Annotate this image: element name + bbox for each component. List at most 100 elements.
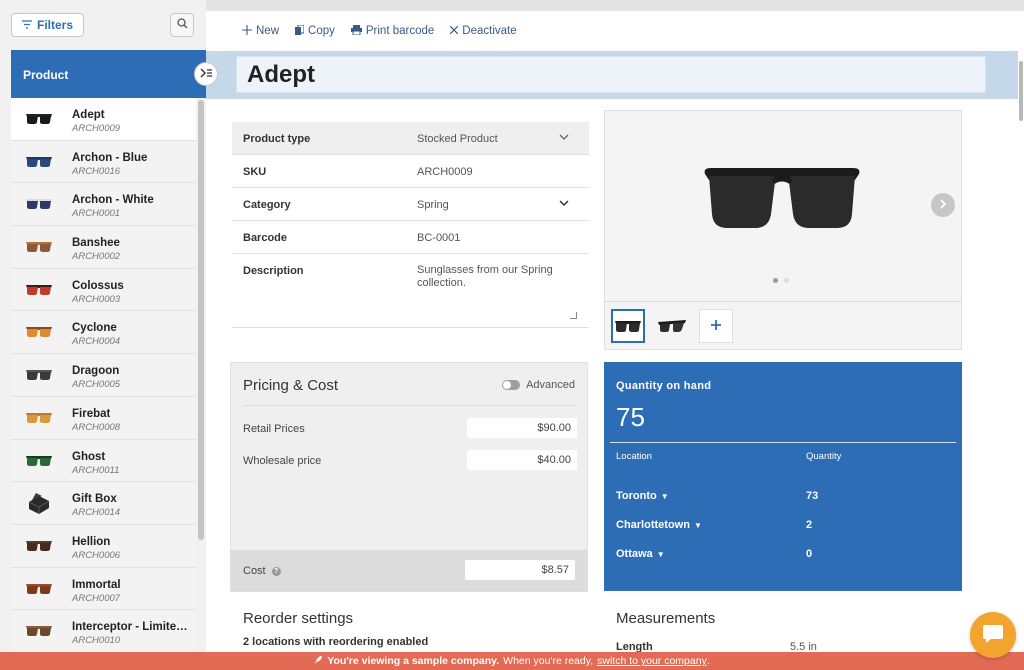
sunglasses-thumbnail-icon <box>21 151 57 173</box>
product-code: ARCH0003 <box>72 293 121 305</box>
sunglasses-thumbnail-icon <box>21 578 57 600</box>
product-name: Dragoon <box>72 365 120 378</box>
location-dropdown[interactable]: Toronto ▼ <box>616 490 669 502</box>
product-type-label: Product type <box>243 133 311 145</box>
location-dropdown[interactable]: Ottawa ▼ <box>616 548 665 560</box>
product-list-item[interactable]: Interceptor - Limited... ARCH0010 <box>11 610 196 653</box>
help-icon[interactable]: ? <box>271 566 281 576</box>
rocket-icon <box>314 655 323 667</box>
add-image-button[interactable] <box>699 308 733 343</box>
toggle-switch[interactable] <box>502 380 521 390</box>
location-name: Toronto <box>616 490 657 502</box>
wholesale-price-input[interactable]: $40.00 <box>467 450 577 470</box>
next-image-button[interactable] <box>931 193 955 217</box>
deactivate-button[interactable]: Deactivate <box>449 25 517 37</box>
filters-button[interactable]: Filters <box>11 13 84 37</box>
barcode-value: BC-0001 <box>417 232 461 244</box>
location-name: Charlottetown <box>616 519 690 531</box>
chat-button[interactable] <box>970 612 1016 658</box>
sunglasses-thumbnail-icon <box>21 193 57 215</box>
barcode-field[interactable]: Barcode BC-0001 <box>232 221 589 254</box>
product-list-item[interactable]: Firebat ARCH0008 <box>11 396 196 440</box>
main-panel: New Copy Print barcode Deactivate Adept … <box>206 11 1018 670</box>
product-title-input[interactable]: Adept <box>236 56 986 93</box>
product-list-item[interactable]: Cyclone ARCH0004 <box>11 311 196 355</box>
advanced-label: Advanced <box>526 379 575 391</box>
retail-price-input[interactable]: $90.00 <box>467 418 577 438</box>
product-type-value: Stocked Product <box>417 133 498 145</box>
resize-handle-icon[interactable] <box>570 312 577 319</box>
product-list-item[interactable]: Immortal ARCH0007 <box>11 567 196 611</box>
collapse-sidebar-button[interactable] <box>194 62 218 86</box>
product-list-item[interactable]: Dragoon ARCH0005 <box>11 354 196 397</box>
retail-price-row: Retail Prices $90.00 <box>243 418 577 438</box>
product-list-item[interactable]: Gift Box ARCH0014 <box>11 482 196 525</box>
product-name: Archon - Blue <box>72 151 148 164</box>
sunglasses-thumbnail-icon <box>21 321 57 343</box>
product-name: Banshee <box>72 237 120 250</box>
caret-down-icon: ▼ <box>693 521 702 530</box>
product-list-item[interactable]: Adept ARCH0009 <box>11 98 196 141</box>
location-quantity: 0 <box>806 548 813 560</box>
divider <box>243 405 577 406</box>
product-list-item[interactable]: Archon - Blue ARCH0016 <box>11 140 196 184</box>
product-type-field[interactable]: Product type Stocked Product <box>232 122 589 155</box>
search-button[interactable] <box>170 13 194 37</box>
product-code: ARCH0014 <box>72 507 121 519</box>
wholesale-price-label: Wholesale price <box>243 455 322 467</box>
plus-icon <box>711 317 721 335</box>
cost-input[interactable]: $8.57 <box>465 560 575 580</box>
thumbnail-front[interactable] <box>611 308 645 343</box>
product-list-item[interactable]: Hellion ARCH0006 <box>11 524 196 568</box>
sidebar-scrollbar[interactable] <box>198 100 204 540</box>
search-icon <box>176 18 188 32</box>
quantity-value: 75 <box>616 402 645 432</box>
chevron-down-icon <box>559 131 569 145</box>
product-list-item[interactable]: Ghost ARCH0011 <box>11 439 196 483</box>
main-product-image <box>703 166 861 235</box>
product-list-item[interactable]: Archon - White ARCH0001 <box>11 183 196 227</box>
close-icon <box>449 25 459 37</box>
sunglasses-thumbnail-icon <box>21 236 57 258</box>
pricing-cost-panel: Pricing & Cost Advanced Retail Prices $9… <box>230 362 588 592</box>
switch-company-link[interactable]: switch to your company <box>597 655 707 667</box>
product-name: Immortal <box>72 578 121 591</box>
banner-prefix: You're viewing a sample company. <box>327 655 500 667</box>
product-name: Colossus <box>72 279 124 292</box>
product-list-item[interactable]: Banshee ARCH0002 <box>11 226 196 269</box>
toolbar: New Copy Print barcode Deactivate <box>206 11 1018 51</box>
category-field[interactable]: Category Spring <box>232 188 589 221</box>
filters-label: Filters <box>36 18 73 32</box>
image-thumbnails <box>605 301 961 349</box>
divider <box>610 442 956 443</box>
product-code: ARCH0005 <box>72 379 121 391</box>
new-button[interactable]: New <box>242 24 279 38</box>
pagination-dot[interactable] <box>784 278 789 283</box>
product-code: ARCH0016 <box>72 165 121 177</box>
pricing-title: Pricing & Cost <box>243 377 339 394</box>
sku-field[interactable]: SKU ARCH0009 <box>232 155 589 188</box>
cost-label-group: Cost ? <box>243 565 281 577</box>
sunglasses-thumbnail-icon <box>21 535 57 557</box>
scrollbar-thumb[interactable] <box>1019 61 1023 121</box>
location-dropdown[interactable]: Charlottetown ▼ <box>616 519 702 531</box>
plus-icon <box>242 24 252 38</box>
retail-price-label: Retail Prices <box>243 423 305 435</box>
description-field[interactable]: Description Sunglasses from our Spring c… <box>232 254 589 328</box>
advanced-toggle[interactable]: Advanced <box>502 379 575 391</box>
caret-down-icon: ▼ <box>656 550 665 559</box>
image-pagination <box>773 278 789 283</box>
copy-button[interactable]: Copy <box>295 24 335 38</box>
print-barcode-button[interactable]: Print barcode <box>350 24 434 38</box>
main-scrollbar[interactable] <box>1018 11 1024 670</box>
location-column-header: Location <box>616 451 652 462</box>
chat-bubble-icon <box>982 624 1004 647</box>
product-list-item[interactable]: Colossus ARCH0003 <box>11 268 196 312</box>
product-details: Product type Stocked Product SKU ARCH000… <box>232 122 589 328</box>
filter-lines-icon <box>21 18 32 32</box>
pagination-dot-active[interactable] <box>773 278 778 283</box>
reorder-settings-title: Reorder settings <box>243 610 354 627</box>
thumbnail-side[interactable] <box>655 309 689 343</box>
category-value: Spring <box>417 199 449 211</box>
product-code: ARCH0007 <box>72 592 121 604</box>
